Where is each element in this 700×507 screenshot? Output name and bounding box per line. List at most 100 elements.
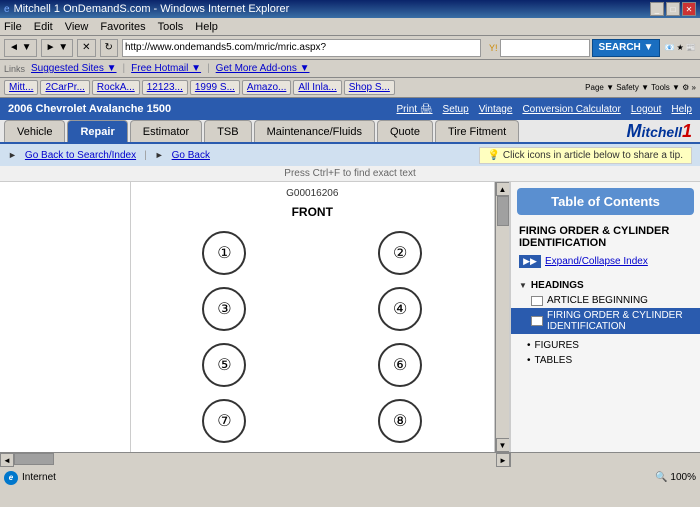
tab-tire[interactable]: Tire Fitment xyxy=(435,120,519,142)
toc-item-firing-order[interactable]: FIRING ORDER & CYLINDER IDENTIFICATION xyxy=(511,308,700,334)
title-bar: e Mitchell 1 OnDemandS.com - Windows Int… xyxy=(0,0,700,18)
arrow-icon: ► xyxy=(8,150,17,160)
toc-item-article-beginning[interactable]: ARTICLE BEGINNING xyxy=(511,293,700,308)
menu-tools[interactable]: Tools xyxy=(158,21,184,33)
menu-view[interactable]: View xyxy=(65,21,89,33)
headings-label: HEADINGS xyxy=(531,280,584,291)
bookmarks-bar: Mitt... 2CarPr... RockA... 12123... 1999… xyxy=(0,78,700,98)
h-scroll-right-button[interactable]: ► xyxy=(496,453,510,467)
address-bar: ◄ ▼ ► ▼ ✕ ↻ Y! SEARCH ▼ 📧 ★ 📰 xyxy=(0,36,700,60)
toc-expand-row: ▶▶ Expand/Collapse Index xyxy=(511,253,700,270)
figures-bullet: • xyxy=(527,340,531,351)
toc-panel: Table of Contents FIRING ORDER & CYLINDE… xyxy=(510,182,700,452)
page-safety-tools: Page ▼ Safety ▼ Tools ▼ ⚙ » xyxy=(585,83,696,92)
tab-quote[interactable]: Quote xyxy=(377,120,433,142)
bookmark-mitt[interactable]: Mitt... xyxy=(4,80,38,95)
sub-nav: ► Go Back to Search/Index | ► Go Back 💡 … xyxy=(0,144,700,166)
toc-header: Table of Contents xyxy=(517,188,694,215)
scroll-thumb[interactable] xyxy=(497,196,509,226)
back-button[interactable]: ◄ ▼ xyxy=(4,39,37,57)
toc-item-label-1: ARTICLE BEGINNING xyxy=(547,295,648,306)
setup-link[interactable]: Setup xyxy=(443,104,469,115)
vehicle-name: 2006 Chevrolet Avalanche 1500 xyxy=(8,103,171,115)
tab-tsb[interactable]: TSB xyxy=(204,120,251,142)
go-back-link[interactable]: Go Back xyxy=(172,150,210,161)
address-input[interactable] xyxy=(122,39,481,57)
print-link[interactable]: Print 🖨 xyxy=(397,104,433,115)
search-input[interactable] xyxy=(500,39,590,57)
addons-link[interactable]: Get More Add-ons ▼ xyxy=(216,63,310,74)
minimize-button[interactable]: _ xyxy=(650,2,664,16)
menu-bar: File Edit View Favorites Tools Help xyxy=(0,18,700,36)
sub-divider: | xyxy=(144,150,147,161)
empty-cell xyxy=(0,182,130,452)
close-button[interactable]: ✕ xyxy=(682,2,696,16)
bookmark-shops[interactable]: Shop S... xyxy=(344,80,395,95)
diagram-cell: G00016206 FRONT ① ② ③ ④ ⑤ ⑥ ⑦ ⑧ xyxy=(130,182,495,452)
h-scroll-thumb[interactable] xyxy=(14,453,54,465)
main-h-scroll: ◄ ► xyxy=(0,453,510,466)
expand-icon[interactable]: ▶▶ xyxy=(519,255,541,268)
vertical-scrollbar[interactable]: ▲ ▼ xyxy=(495,182,509,452)
links-bar: Links Suggested Sites ▼ | Free Hotmail ▼… xyxy=(0,60,700,78)
window-title: Mitchell 1 OnDemandS.com - Windows Inter… xyxy=(14,3,290,15)
bookmark-rock[interactable]: RockA... xyxy=(92,80,140,95)
bookmark-12123[interactable]: 12123... xyxy=(142,80,188,95)
tab-repair[interactable]: Repair xyxy=(67,120,127,142)
menu-file[interactable]: File xyxy=(4,21,22,33)
scroll-down-button[interactable]: ▼ xyxy=(496,438,510,452)
content-table: G00016206 FRONT ① ② ③ ④ ⑤ ⑥ ⑦ ⑧ xyxy=(0,182,495,452)
cylinder-1: ① xyxy=(202,231,246,275)
menu-help[interactable]: Help xyxy=(195,21,218,33)
logout-link[interactable]: Logout xyxy=(631,104,662,115)
bookmark-2car[interactable]: 2CarPr... xyxy=(40,80,89,95)
conversion-link[interactable]: Conversion Calculator xyxy=(522,104,620,115)
tab-vehicle[interactable]: Vehicle xyxy=(4,120,65,142)
tables-bullet: • xyxy=(527,355,531,366)
status-text: Internet xyxy=(22,472,56,483)
back-to-search-link[interactable]: Go Back to Search/Index xyxy=(25,150,136,161)
scroll-up-button[interactable]: ▲ xyxy=(496,182,510,196)
status-bar: e Internet 🔍 100% xyxy=(0,466,700,488)
tab-maintenance[interactable]: Maintenance/Fluids xyxy=(254,120,375,142)
zoom-level: 🔍 100% xyxy=(655,472,696,483)
find-bar: Press Ctrl+F to find exact text xyxy=(0,166,700,182)
find-text: Press Ctrl+F to find exact text xyxy=(284,168,415,179)
search-button[interactable]: SEARCH ▼ xyxy=(592,39,661,57)
bookmark-amazo[interactable]: Amazo... xyxy=(242,80,291,95)
figures-label: FIGURES xyxy=(535,340,579,351)
firing-order-icon xyxy=(531,316,543,326)
arrow-icon-2: ► xyxy=(155,150,164,160)
bookmark-allinla[interactable]: All Inla... xyxy=(293,80,341,95)
cylinder-8: ⑧ xyxy=(378,399,422,443)
ie-logo: e xyxy=(4,4,10,15)
expand-collapse-button[interactable]: Expand/Collapse Index xyxy=(545,256,648,267)
tip-text: Click icons in article below to share a … xyxy=(503,150,683,161)
toc-figures-item[interactable]: • FIGURES xyxy=(511,338,700,353)
hotmail-link[interactable]: Free Hotmail ▼ xyxy=(131,63,201,74)
h-scroll-left-button[interactable]: ◄ xyxy=(0,453,14,467)
cylinder-3: ③ xyxy=(202,287,246,331)
stop-button[interactable]: ✕ xyxy=(77,39,95,57)
suggested-sites-link[interactable]: Suggested Sites ▼ xyxy=(31,63,117,74)
triangle-icon: ▼ xyxy=(519,281,527,290)
cylinder-5: ⑤ xyxy=(202,343,246,387)
tip-area: 💡 Click icons in article below to share … xyxy=(479,147,692,164)
forward-button[interactable]: ► ▼ xyxy=(41,39,74,57)
bookmark-1999[interactable]: 1999 S... xyxy=(190,80,240,95)
maximize-button[interactable]: □ xyxy=(666,2,680,16)
nav-tabs-row: Vehicle Repair Estimator TSB Maintenance… xyxy=(0,120,700,144)
help-link[interactable]: Help xyxy=(671,104,692,115)
toolbar-icons: 📧 ★ 📰 xyxy=(664,43,696,52)
tab-estimator[interactable]: Estimator xyxy=(130,120,202,142)
divider-2: | xyxy=(207,63,210,74)
scroll-track xyxy=(496,196,510,438)
menu-edit[interactable]: Edit xyxy=(34,21,53,33)
h-scroll-track xyxy=(14,453,496,467)
toc-tables-item[interactable]: • TABLES xyxy=(511,353,700,368)
toc-item-label-2: FIRING ORDER & CYLINDER IDENTIFICATION xyxy=(547,310,692,332)
front-label: FRONT xyxy=(135,205,491,219)
menu-favorites[interactable]: Favorites xyxy=(100,21,145,33)
refresh-button[interactable]: ↻ xyxy=(100,39,118,57)
vintage-link[interactable]: Vintage xyxy=(479,104,513,115)
